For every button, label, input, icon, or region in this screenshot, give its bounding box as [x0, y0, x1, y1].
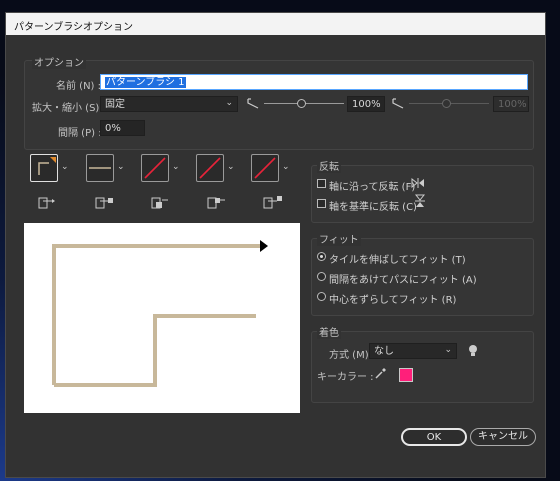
- flip-across-label[interactable]: 軸を基準に反転 (C): [329, 198, 417, 213]
- flip-along-icon: [411, 177, 425, 192]
- fit-add-space-radio[interactable]: [317, 272, 326, 281]
- start-tile-type-icon: [207, 195, 227, 214]
- start-tile-chevron-down-icon[interactable]: ⌄: [227, 162, 235, 172]
- eyedropper-icon[interactable]: [374, 367, 387, 383]
- outer-corner-tile-icon: [89, 167, 111, 169]
- pattern-brush-options-dialog: パターンブラシオプション オプション 名前 (N) : パターンブラシ 1 拡大…: [5, 12, 546, 478]
- scale-minimum-field[interactable]: 100%: [347, 96, 385, 112]
- outer-corner-chevron-down-icon[interactable]: ⌄: [117, 162, 125, 172]
- scale-minimum-icon: [247, 98, 259, 112]
- scale-mode-dropdown[interactable]: 固定 ⌄: [100, 96, 238, 112]
- start-tile-button[interactable]: [196, 154, 224, 182]
- fit-stretch-radio[interactable]: [317, 252, 326, 261]
- colorization-group: [311, 331, 534, 403]
- scale-minimum-value: 100%: [352, 99, 381, 110]
- spacing-field[interactable]: 0%: [100, 120, 145, 136]
- chevron-down-icon: ⌄: [444, 345, 452, 355]
- side-tile-type-icon: [38, 195, 58, 214]
- fit-approximate-label[interactable]: 中心をずらしてフィット (R): [329, 291, 456, 306]
- no-tile-icon: [199, 157, 221, 179]
- colorization-legend: 着色: [317, 324, 341, 339]
- fit-add-space-label[interactable]: 間隔をあけてパスにフィット (A): [329, 271, 477, 286]
- chevron-down-icon: ⌄: [225, 98, 233, 108]
- tips-lightbulb-icon[interactable]: [468, 344, 478, 360]
- outer-corner-tile-button[interactable]: [86, 154, 114, 182]
- flip-along-checkbox[interactable]: [317, 179, 326, 188]
- no-tile-icon: [144, 157, 166, 179]
- side-tile-icon: [38, 157, 56, 175]
- scale-maximum-field: 100%: [493, 96, 529, 112]
- name-value: パターンブラシ 1: [105, 77, 186, 88]
- flip-across-checkbox[interactable]: [317, 199, 326, 208]
- colorization-method-value: なし: [374, 346, 394, 357]
- colorization-method-dropdown[interactable]: なし ⌄: [369, 343, 457, 359]
- key-color-label: キーカラー :: [317, 372, 374, 383]
- key-color-swatch[interactable]: [399, 368, 413, 382]
- name-field[interactable]: パターンブラシ 1: [100, 74, 528, 90]
- end-tile-chevron-down-icon[interactable]: ⌄: [282, 162, 290, 172]
- flip-legend: 反転: [317, 158, 341, 173]
- options-legend: オプション: [32, 54, 86, 69]
- side-tile-chevron-down-icon[interactable]: ⌄: [61, 162, 69, 172]
- preview-path: [52, 240, 268, 387]
- scale-label: 拡大・縮小 (S) :: [32, 103, 106, 114]
- brush-preview: [24, 223, 300, 413]
- scale-mode-value: 固定: [105, 99, 125, 110]
- end-tile-type-icon: [263, 195, 283, 214]
- inner-corner-tile-type-icon: [151, 195, 171, 214]
- scale-maximum-slider-knob: [442, 99, 451, 108]
- flip-across-icon: [414, 194, 426, 211]
- ok-button[interactable]: OK: [401, 428, 467, 446]
- scale-maximum-value: 100%: [498, 99, 527, 110]
- spacing-value: 0%: [105, 123, 121, 134]
- fit-legend: フィット: [317, 231, 361, 246]
- name-label: 名前 (N) :: [56, 81, 102, 92]
- inner-corner-chevron-down-icon[interactable]: ⌄: [172, 162, 180, 172]
- cancel-button[interactable]: キャンセル: [470, 428, 536, 446]
- outer-corner-tile-type-icon: [95, 195, 115, 214]
- no-tile-icon: [254, 157, 276, 179]
- spacing-label: 間隔 (P) :: [58, 128, 102, 139]
- side-tile-button[interactable]: [30, 154, 58, 182]
- fit-approximate-radio[interactable]: [317, 292, 326, 301]
- scale-minimum-slider-knob[interactable]: [297, 99, 306, 108]
- inner-corner-tile-button[interactable]: [141, 154, 169, 182]
- scale-maximum-icon: [392, 98, 404, 112]
- flip-along-label[interactable]: 軸に沿って反転 (F): [329, 178, 415, 193]
- end-tile-button[interactable]: [251, 154, 279, 182]
- dialog-title: パターンブラシオプション: [6, 13, 545, 35]
- fit-stretch-label[interactable]: タイルを伸ばしてフィット (T): [329, 251, 466, 266]
